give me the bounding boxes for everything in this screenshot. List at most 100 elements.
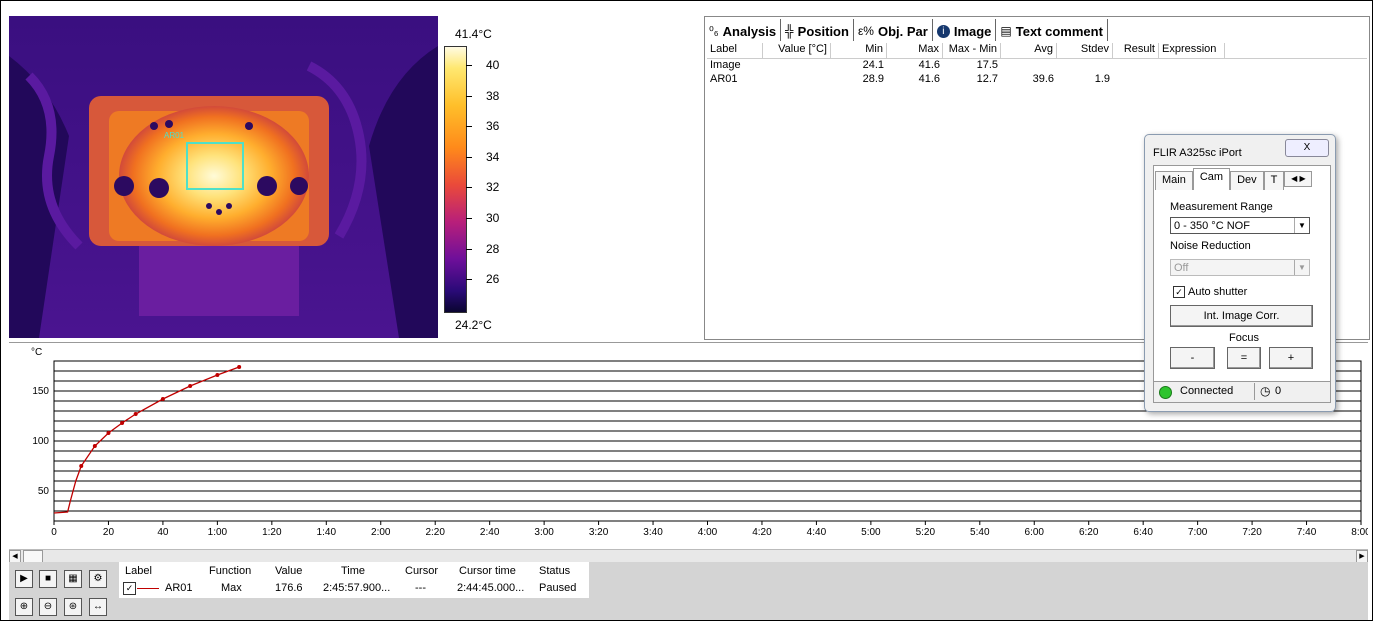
chart-horizontal-scrollbar[interactable]: ◀ ▶ [9,549,1368,563]
thermal-image[interactable]: AR01 [9,16,438,338]
pan-icon[interactable]: ↔ [89,598,107,616]
dialog-tabs: Main Cam Dev T ◀ ▶ [1155,168,1313,190]
tab-cam[interactable]: Cam [1192,168,1231,190]
legend-col-cursor-time[interactable]: Cursor time [459,565,516,577]
legend-value: 176.6 [275,582,303,594]
camera-dialog: FLIR A325sc iPort X Main Cam Dev T ◀ ▶ M… [1144,134,1336,412]
x-tick-label: 2:20 [425,527,445,538]
chevron-down-icon: ▼ [1294,260,1309,275]
tab-position[interactable]: ╬ Position [781,19,854,41]
close-button[interactable]: X [1285,139,1329,157]
col-label[interactable]: Label [707,43,763,58]
legend-cursor-time: 2:44:45.000... [457,582,525,594]
analysis-tabs: ⁰₆ Analysis ╬ Position ε% Obj. Par i Image ▤… [705,19,1108,41]
dialog-status-bar: Connected ◷ 0 [1153,381,1331,403]
focus-auto-button[interactable]: = [1227,347,1261,369]
table-row[interactable]: AR01 28.9 41.6 12.7 39.6 1.9 [707,73,1367,87]
auto-shutter-label: Auto shutter [1188,286,1248,298]
x-tick-label: 4:20 [752,527,772,538]
col-result[interactable]: Result [1113,43,1159,58]
cell-label: Image [710,59,741,71]
x-tick-label: 3:40 [643,527,663,538]
col-min[interactable]: Min [831,43,887,58]
tab-image[interactable]: i Image [933,19,997,41]
tab-dev[interactable]: Dev [1230,171,1264,190]
int-image-corr-button[interactable]: Int. Image Corr. [1170,305,1313,327]
stop-button[interactable]: ■ [39,570,57,588]
tab-main[interactable]: Main [1155,171,1193,190]
y-tick-label: 100 [32,436,49,447]
scale-tick [466,279,472,281]
series-point [237,365,242,369]
tab-obj-par[interactable]: ε% Obj. Par [854,19,933,41]
plot-legend-panel: ▶ ■ ▦ ⚙ ⊕ ⊖ ⊛ ↔ Label Function Value Tim… [9,562,1368,620]
obj-par-icon: ε% [857,24,874,38]
legend-col-value[interactable]: Value [275,565,302,577]
zoom-fit-icon[interactable]: ⊛ [64,598,82,616]
cell-max: 41.6 [918,59,940,71]
play-button[interactable]: ▶ [15,570,33,588]
cell-max-min: 12.7 [976,73,998,85]
scale-tick-label: 40 [486,58,500,72]
col-stdev[interactable]: Stdev [1057,43,1113,58]
x-tick-label: 4:40 [807,527,827,538]
scale-tick [466,126,472,128]
series-visible-checkbox[interactable]: ✓ [123,582,136,595]
tab-label: Obj. Par [877,23,928,39]
color-scale-bar [444,46,467,313]
focus-plus-button[interactable]: + [1269,347,1313,369]
col-value[interactable]: Value [°C] [763,43,831,58]
y-axis-unit: °C [31,347,42,358]
auto-shutter-checkbox[interactable]: ✓ [1173,286,1185,298]
cell-stdev [1057,59,1113,73]
series-swatch [137,588,159,589]
zoom-in-icon[interactable]: ⊕ [15,598,33,616]
legend-col-time[interactable]: Time [341,565,365,577]
plot-legend-table: Label Function Value Time Cursor Cursor … [119,562,589,598]
col-avg[interactable]: Avg [1001,43,1057,58]
cell-max: 41.6 [918,73,940,85]
measurement-range-select[interactable]: 0 - 350 °C NOF ▼ [1170,217,1310,234]
tab-text-comment[interactable]: ▤ Text comment [996,19,1108,41]
legend-status: Paused [539,582,577,594]
legend-col-status[interactable]: Status [539,565,570,577]
x-tick-label: 3:20 [589,527,609,538]
legend-col-label[interactable]: Label [125,565,152,577]
tab-analysis[interactable]: ⁰₆ Analysis [705,19,782,41]
cell-min: 28.9 [862,73,884,85]
info-icon: i [936,24,950,38]
x-tick-label: 40 [157,527,169,538]
x-tick-label: 1:40 [317,527,337,538]
status-divider [1254,383,1255,400]
tab-label: Position [797,23,849,39]
add-plot-icon[interactable]: ▦ [64,570,82,588]
x-tick-label: 7:40 [1297,527,1317,538]
table-row[interactable]: Image 24.1 41.6 17.5 [707,59,1367,73]
series-point [79,464,84,468]
col-max[interactable]: Max [887,43,943,58]
series-point [160,397,165,401]
x-tick-label: 20 [103,527,115,538]
tab-label: Analysis [722,23,777,39]
series-point [92,444,97,448]
x-tick-label: 6:00 [1025,527,1045,538]
x-tick-label: 7:00 [1188,527,1208,538]
series-point [133,412,138,416]
noise-reduction-select[interactable]: Off ▼ [1170,259,1310,276]
legend-col-function[interactable]: Function [209,565,251,577]
position-icon: ╬ [785,24,794,38]
col-expression[interactable]: Expression [1159,43,1225,58]
x-tick-label: 2:40 [480,527,500,538]
tab-scroll-arrows[interactable]: ◀ ▶ [1284,171,1313,187]
legend-col-cursor[interactable]: Cursor [405,565,438,577]
plot-settings-icon[interactable]: ⚙ [89,570,107,588]
x-tick-label: 1:00 [208,527,228,538]
x-tick-label: 7:20 [1242,527,1262,538]
tab-t[interactable]: T [1263,171,1285,190]
zoom-out-icon[interactable]: ⊖ [39,598,57,616]
tab-label: Text comment [1015,23,1103,39]
scale-tick-label: 30 [486,211,500,225]
cell-label: AR01 [710,73,738,85]
col-max-min[interactable]: Max - Min [943,43,1001,58]
focus-minus-button[interactable]: - [1170,347,1215,369]
